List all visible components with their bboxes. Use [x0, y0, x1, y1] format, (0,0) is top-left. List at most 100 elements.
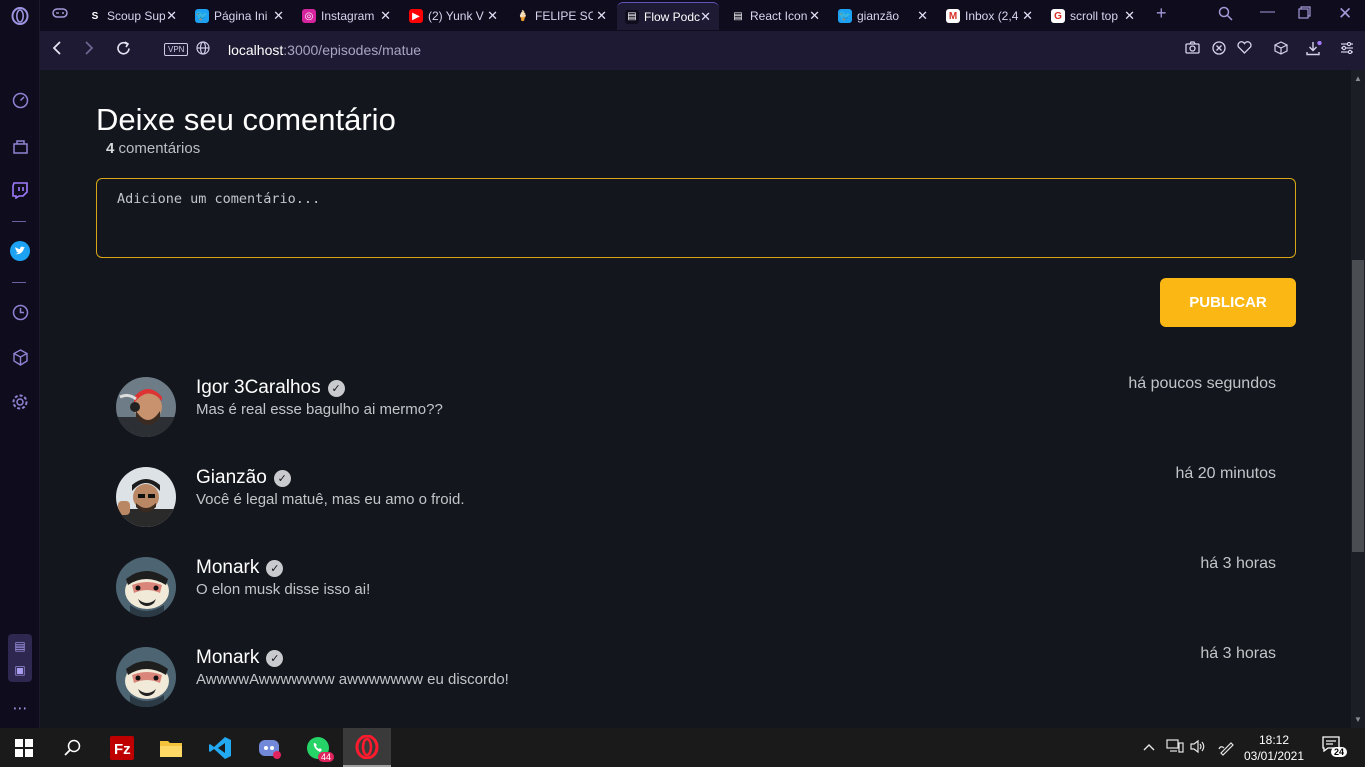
comment-item: Gianzão ✓ Você é legal matuê, mas eu amo o… — [116, 465, 1276, 529]
tab-title: scroll top — [1070, 9, 1119, 23]
extensions-icon[interactable] — [10, 347, 30, 367]
tab-close-icon[interactable]: ✕ — [700, 10, 711, 23]
vscode-icon[interactable] — [196, 728, 244, 767]
browser-tab[interactable]: M Inbox (2,4 ✕ — [938, 2, 1041, 30]
browser-tab[interactable]: 🐦 gianzão ✕ — [830, 2, 936, 30]
url-path: :3000/episodes/matue — [283, 42, 422, 58]
comment-author-name: Igor 3Caralhos — [196, 377, 321, 398]
verified-check-icon: ✓ — [266, 649, 284, 667]
tab-close-icon[interactable]: ✕ — [166, 9, 177, 22]
scroll-up-icon[interactable]: ▲ — [1354, 74, 1362, 83]
forward-icon[interactable] — [84, 40, 94, 61]
scroll-thumb[interactable] — [1352, 260, 1364, 552]
page-content: Deixe seu comentário 4 comentários PUBLI… — [41, 70, 1351, 728]
comment-author[interactable]: Gianzão ✓ — [196, 467, 291, 489]
comment-author[interactable]: Monark ✓ — [196, 647, 284, 669]
settings-gear-icon[interactable] — [10, 392, 30, 412]
filezilla-icon[interactable]: Fz — [98, 728, 146, 767]
opera-taskbar-icon[interactable] — [343, 728, 391, 767]
easy-setup-icon[interactable] — [1340, 41, 1354, 57]
camera-icon[interactable] — [1185, 41, 1200, 57]
adblock-icon[interactable] — [1212, 41, 1226, 58]
avatar[interactable] — [116, 377, 176, 437]
tab-favicon-icon: M — [946, 9, 960, 23]
box-icon[interactable] — [1274, 41, 1288, 58]
tab-bar: S Scoup Sup ✕ 🐦 Página Ini ✕ ◎ Instagram ✕ ▶ (2) Y… — [40, 0, 1365, 31]
volume-icon[interactable] — [1190, 739, 1207, 757]
comment-timestamp: há poucos segundos — [1128, 375, 1276, 392]
page-scrollbar[interactable]: ▲ ▼ — [1351, 70, 1365, 728]
tab-close-icon[interactable]: ✕ — [380, 9, 391, 22]
minimize-icon[interactable]: — — [1260, 3, 1275, 20]
url-field[interactable]: localhost:3000/episodes/matue — [228, 42, 421, 58]
tab-close-icon[interactable]: ✕ — [487, 9, 498, 22]
discord-icon[interactable] — [245, 728, 293, 767]
search-tabs-icon[interactable] — [1218, 6, 1233, 25]
globe-icon[interactable] — [196, 41, 210, 58]
comment-author-name: Gianzão — [196, 467, 267, 488]
comment-text: Mas é real esse bagulho ai mermo?? — [196, 401, 443, 418]
back-icon[interactable] — [52, 40, 62, 61]
twitch-icon[interactable] — [10, 180, 30, 200]
comment-input[interactable] — [96, 178, 1296, 258]
opera-sidebar: ▤ ▣ ⋯ — [0, 0, 40, 728]
gamepad-icon[interactable] — [52, 6, 68, 24]
clock[interactable]: 18:12 03/01/2021 — [1236, 732, 1312, 764]
opera-menu-icon[interactable] — [10, 6, 30, 26]
comment-timestamp: há 3 horas — [1200, 555, 1276, 572]
tab-close-icon[interactable]: ✕ — [273, 9, 284, 22]
sidebar-divider — [12, 282, 26, 283]
memory-icon: ▤ — [14, 639, 26, 653]
whatsapp-icon[interactable]: 44 — [294, 728, 342, 767]
browser-tab[interactable]: 🐦 Página Ini ✕ — [187, 2, 292, 30]
verified-check-icon: ✓ — [273, 469, 291, 487]
shopping-bag-icon[interactable] — [10, 136, 30, 156]
network-icon[interactable] — [1166, 739, 1184, 757]
browser-tab[interactable]: 🍦 FELIPE SO ✕ — [508, 2, 615, 30]
comment-author[interactable]: Monark ✓ — [196, 557, 284, 579]
window-close-icon[interactable]: ✕ — [1338, 4, 1352, 24]
tab-close-icon[interactable]: ✕ — [596, 9, 607, 22]
search-icon[interactable] — [48, 728, 96, 767]
tray-chevron-icon[interactable] — [1142, 739, 1156, 755]
reload-icon[interactable] — [116, 41, 131, 61]
more-options-icon[interactable]: ⋯ — [10, 698, 30, 718]
tab-close-icon[interactable]: ✕ — [917, 9, 928, 22]
avatar[interactable] — [116, 647, 176, 707]
tab-close-icon[interactable]: ✕ — [1124, 9, 1135, 22]
twitter-icon[interactable] — [10, 241, 30, 261]
tab-title: Scoup Sup — [107, 9, 165, 23]
vpn-badge[interactable]: VPN — [164, 43, 189, 56]
comment-item: Igor 3Caralhos ✓ Mas é real esse bagulho a… — [116, 375, 1276, 439]
clock-date: 03/01/2021 — [1243, 749, 1305, 763]
speed-dial-icon[interactable] — [10, 90, 30, 110]
download-icon[interactable] — [1306, 40, 1322, 59]
new-tab-icon[interactable]: + — [1156, 3, 1167, 24]
avatar[interactable] — [116, 557, 176, 617]
publish-button[interactable]: PUBLICAR — [1160, 278, 1296, 327]
comment-timestamp: há 3 horas — [1200, 645, 1276, 662]
tab-title: Página Ini — [214, 9, 268, 23]
windows-start-icon[interactable] — [0, 728, 48, 767]
restore-icon[interactable] — [1298, 6, 1311, 23]
browser-tab[interactable]: ▤ React Icon ✕ — [723, 2, 828, 30]
tab-close-icon[interactable]: ✕ — [809, 9, 820, 22]
browser-tab[interactable]: ◎ Instagram ✕ — [294, 2, 399, 30]
heart-icon[interactable] — [1237, 41, 1252, 57]
sidebar-hardware-widget[interactable]: ▤ ▣ — [8, 634, 32, 682]
avatar[interactable] — [116, 467, 176, 527]
comments-count: 4 comentários — [106, 140, 200, 157]
history-icon[interactable] — [10, 302, 30, 322]
comment-author[interactable]: Igor 3Caralhos ✓ — [196, 377, 345, 399]
tab-favicon-icon: ◎ — [302, 9, 316, 23]
browser-tab[interactable]: ▶ (2) Yunk V ✕ — [401, 2, 506, 30]
browser-tab[interactable]: Gscroll top ✕ — [1043, 2, 1143, 30]
comment-author-name: Monark — [196, 557, 260, 578]
browser-tab[interactable]: ▤ Flow Podc ✕ — [617, 2, 719, 30]
tab-close-icon[interactable]: ✕ — [1022, 9, 1033, 22]
tab-favicon-icon: 🍦 — [516, 9, 530, 23]
pen-icon[interactable] — [1218, 739, 1235, 759]
scroll-down-icon[interactable]: ▼ — [1354, 715, 1362, 724]
browser-tab[interactable]: S Scoup Sup ✕ — [80, 2, 185, 30]
file-explorer-icon[interactable] — [147, 728, 195, 767]
